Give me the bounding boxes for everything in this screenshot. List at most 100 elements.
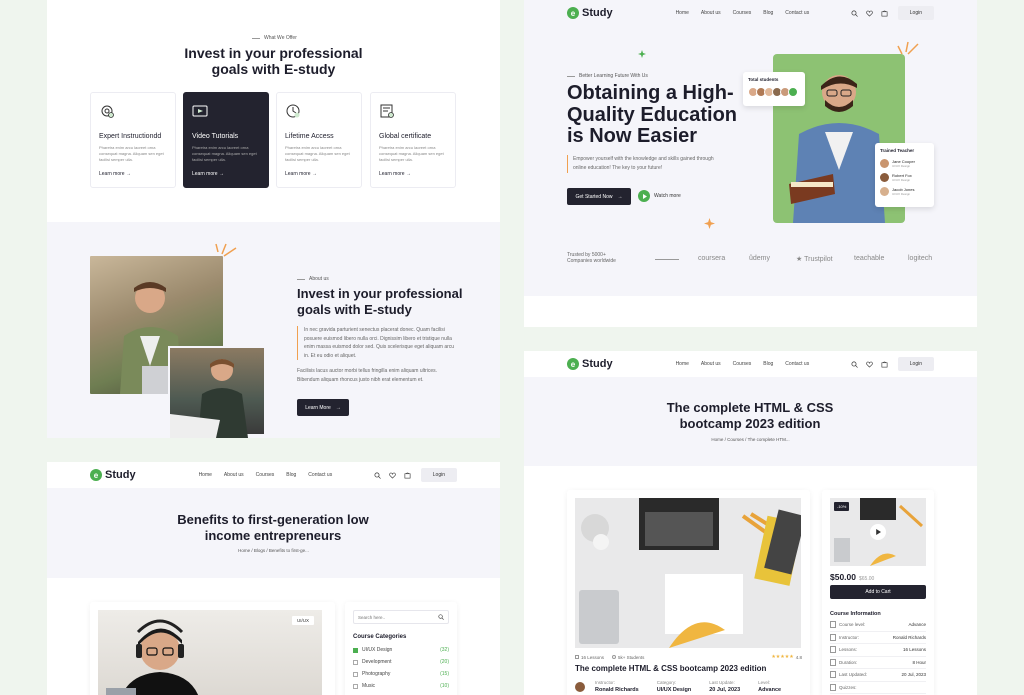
login-button[interactable]: Login — [420, 468, 457, 482]
get-started-button[interactable]: Get Started Now → — [567, 188, 631, 205]
lifetime-access-icon — [286, 104, 300, 118]
offer-title-line1: Invest in your professional — [184, 45, 363, 61]
nav-link-about[interactable]: About us — [701, 10, 721, 16]
info-row: Duration: 8 Hour — [830, 657, 926, 669]
checkbox[interactable] — [353, 671, 358, 677]
blog-tag-badge: UI/UX — [291, 616, 314, 625]
teacher-role: UI/UX Design — [892, 177, 911, 182]
login-button[interactable]: Login — [897, 6, 934, 20]
hero-title-line3: is Now Easier — [567, 125, 698, 147]
nav-link-blog[interactable]: Blog — [286, 472, 296, 478]
partner-logo-trustpilot: ★ Trustpilot — [796, 256, 833, 263]
search-icon[interactable] — [374, 472, 381, 479]
learn-more-link[interactable]: Learn more → — [285, 171, 353, 177]
search-icon[interactable] — [851, 10, 858, 17]
course-categories-title: Course Categories — [353, 634, 407, 640]
hero-title-line2: Quality Education — [567, 103, 738, 126]
course-card-title: The complete HTML & CSS bootcamp 2023 ed… — [575, 664, 767, 673]
learn-more-link[interactable]: Learn more → — [192, 171, 260, 177]
meta-value: 20 Jul, 2023 — [709, 687, 741, 693]
nav-icons — [851, 361, 888, 368]
brand-name: Study — [105, 469, 136, 481]
nav-link-about[interactable]: About us — [701, 361, 721, 367]
rating: ★★★★★ 4.8 — [771, 654, 802, 660]
info-value: Ronald Richards — [892, 634, 926, 640]
nav-link-blog[interactable]: Blog — [763, 10, 773, 16]
watch-more-label: Watch more — [654, 193, 681, 199]
heart-icon[interactable] — [866, 10, 873, 17]
search-box[interactable] — [353, 610, 449, 624]
avatar-more-badge — [788, 87, 798, 97]
search-icon[interactable] — [851, 361, 858, 368]
trained-teacher-title: Trained Teacher — [880, 148, 915, 153]
offer-card-lifetime[interactable]: Lifetime Access Pharetra enim arcu laore… — [276, 92, 362, 188]
add-to-cart-button[interactable]: Add to Cart — [830, 585, 926, 599]
brand-logo[interactable]: e Study — [567, 358, 613, 370]
watch-more-button[interactable]: Watch more — [638, 190, 681, 202]
search-icon[interactable] — [438, 614, 444, 620]
category-name: UI/UX Design — [362, 647, 393, 653]
avatar — [880, 186, 889, 196]
heart-icon[interactable] — [866, 361, 873, 368]
nav-link-contact[interactable]: Contact us — [308, 472, 332, 478]
course-preview-video[interactable]: -10% — [830, 498, 926, 566]
play-circle-icon — [638, 190, 650, 202]
blog-header: e Study Home About us Courses Blog Contac… — [47, 462, 500, 578]
meta-value: UI/UX Design — [656, 687, 692, 693]
top-nav: e Study Home About us Courses Blog Contac… — [524, 351, 977, 377]
avatar — [880, 172, 889, 182]
hero-title: Obtaining a High- Quality Education is N… — [567, 82, 767, 148]
login-button[interactable]: Login — [897, 357, 934, 371]
video-tutorial-icon — [192, 105, 208, 117]
nav-link-contact[interactable]: Contact us — [785, 361, 809, 367]
play-button-icon[interactable] — [870, 524, 886, 540]
nav-link-contact[interactable]: Contact us — [785, 10, 809, 16]
cart-icon[interactable] — [881, 361, 888, 368]
category-item[interactable]: Photography (15) — [353, 668, 449, 680]
nav-link-home[interactable]: Home — [676, 10, 689, 16]
category-item[interactable]: UI/UX Design (32) — [353, 644, 449, 656]
offer-card-title: Video Tutorials — [192, 133, 239, 140]
teacher-text: Jacob Jones UI/UX Design — [892, 187, 914, 196]
nav-link-courses[interactable]: Courses — [256, 472, 275, 478]
about-photo-secondary — [168, 346, 266, 438]
teacher-role: UI/UX Design — [892, 191, 911, 196]
blog-panel: e Study Home About us Courses Blog Contac… — [47, 462, 500, 695]
teacher-name: Robert Fox — [892, 172, 912, 178]
nav-link-courses[interactable]: Courses — [733, 361, 752, 367]
brand-logo[interactable]: e Study — [90, 469, 136, 481]
cart-icon[interactable] — [404, 472, 411, 479]
category-item[interactable]: Music (10) — [353, 680, 449, 692]
blog-title-line1: Benefits to first-generation low — [177, 512, 369, 527]
learn-more-link[interactable]: Learn more → — [99, 171, 167, 177]
heart-icon[interactable] — [389, 472, 396, 479]
trusted-divider — [655, 259, 679, 260]
brand-logo[interactable]: e Study — [567, 7, 613, 19]
trained-teacher-card: Trained Teacher Jane Cooper UI/UX Design … — [875, 143, 934, 207]
course-old-price: $65.00 — [859, 576, 875, 582]
learn-more-link[interactable]: Learn more → — [379, 171, 447, 177]
nav-link-home[interactable]: Home — [676, 361, 689, 367]
checkbox-checked[interactable] — [353, 647, 358, 653]
course-title-line2: bootcamp 2023 edition — [679, 416, 821, 431]
nav-link-about[interactable]: About us — [224, 472, 244, 478]
nav-link-blog[interactable]: Blog — [763, 361, 773, 367]
brand-mark-icon: e — [567, 7, 579, 19]
checkbox[interactable] — [353, 683, 358, 689]
cart-icon[interactable] — [881, 10, 888, 17]
nav-link-courses[interactable]: Courses — [733, 10, 752, 16]
checkbox[interactable] — [353, 659, 358, 665]
category-item[interactable]: Development (20) — [353, 656, 449, 668]
search-input[interactable] — [358, 614, 438, 620]
offer-card-video[interactable]: Video Tutorials Pharetra enim arcu laore… — [183, 92, 269, 188]
hero-description: Empower yourself with the knowledge and … — [567, 155, 717, 173]
students-stat: 5k+ Students — [612, 655, 644, 660]
meta-key: Last Update: — [709, 680, 735, 685]
offer-card-instructor[interactable]: Expert Instructiondd Pharetra enim arcu … — [90, 92, 176, 188]
student-writing-illustration — [170, 359, 248, 438]
meta-value: Ronald Richards — [595, 687, 639, 693]
learn-more-button[interactable]: Learn More → — [297, 399, 349, 416]
meta-key: Instructor: — [595, 680, 616, 685]
nav-link-home[interactable]: Home — [199, 472, 212, 478]
offer-card-certificate[interactable]: Global certificate Pharetra enim arcu la… — [370, 92, 456, 188]
